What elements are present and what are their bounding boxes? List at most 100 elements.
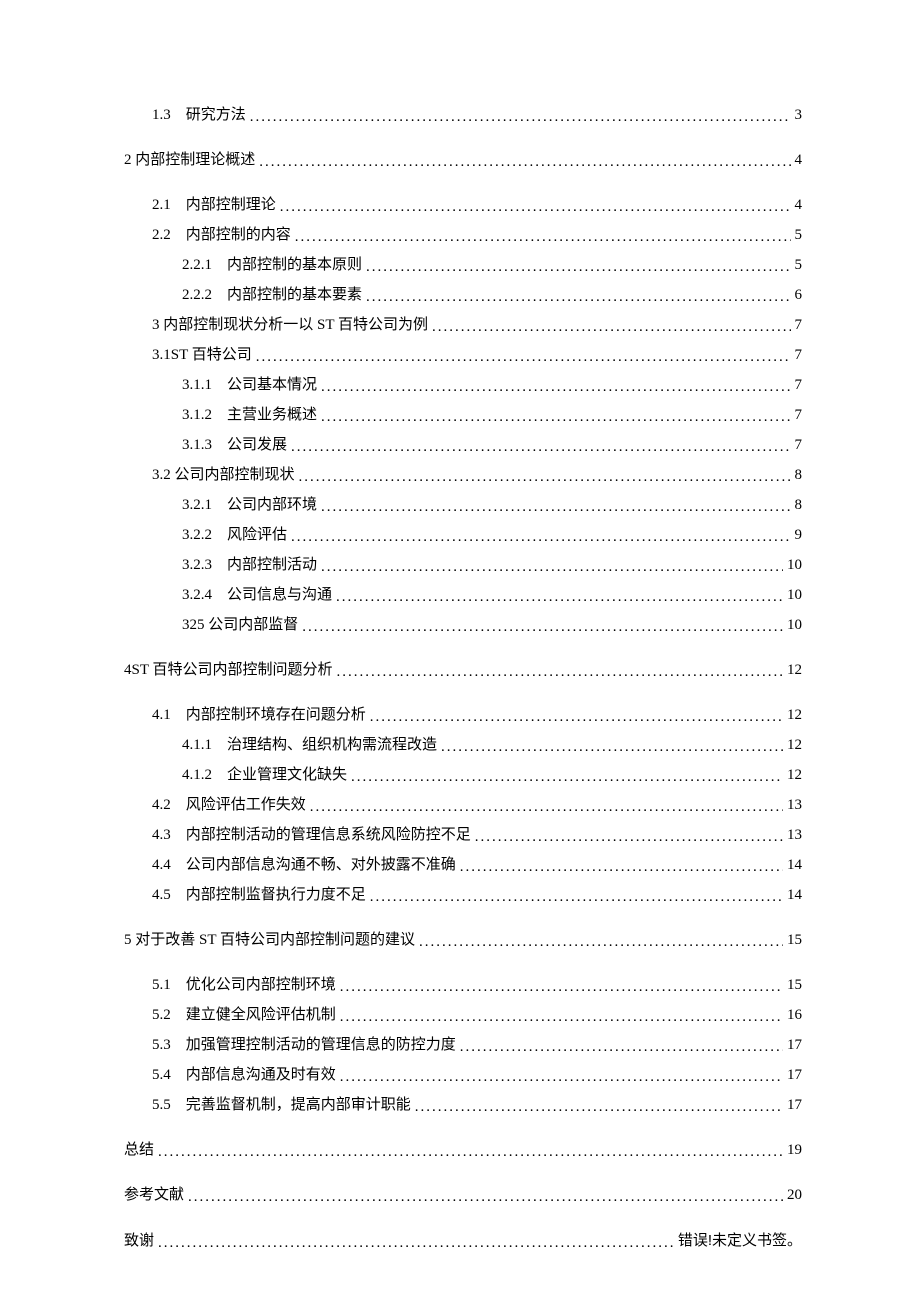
toc-entry: 2.2 内部控制的内容5 [124, 228, 802, 243]
toc-leader-dots [340, 1010, 783, 1025]
toc-entry-label: 5.5 完善监督机制，提高内部审计职能 [152, 1098, 411, 1113]
toc-entry-label: 5.3 加强管理控制活动的管理信息的防控力度 [152, 1038, 456, 1053]
toc-entry-label: 4.1.2 企业管理文化缺失 [182, 768, 347, 783]
toc-entry-page: 13 [787, 798, 802, 813]
toc-leader-dots [432, 320, 791, 335]
table-of-contents: 1.3 研究方法32 内部控制理论概述42.1 内部控制理论42.2 内部控制的… [124, 108, 802, 1249]
toc-entry-label: 5.2 建立健全风险评估机制 [152, 1008, 336, 1023]
toc-entry: 5 对于改善 ST 百特公司内部控制问题的建议 15 [124, 933, 802, 948]
toc-entry-label: 3.1.3 公司发展 [182, 438, 287, 453]
toc-entry-page: 15 [787, 978, 802, 993]
toc-entry-page: 12 [787, 738, 802, 753]
toc-entry-page: 9 [795, 528, 803, 543]
toc-entry: 4.4 公司内部信息沟通不畅、对外披露不准确 14 [124, 858, 802, 873]
toc-leader-dots [366, 290, 790, 305]
toc-entry: 总结19 [124, 1143, 802, 1158]
toc-entry-label: 参考文献 [124, 1188, 184, 1203]
toc-entry-label: 3.2 公司内部控制现状 [152, 468, 295, 483]
toc-entry: 4.2 风险评估工作失效 13 [124, 798, 802, 813]
toc-entry-label: 3.2.2 风险评估 [182, 528, 287, 543]
toc-leader-dots [158, 1236, 674, 1251]
toc-entry-label: 3.1ST 百特公司 [152, 348, 252, 363]
toc-leader-dots [188, 1190, 783, 1205]
toc-entry: 325 公司内部监督 10 [124, 618, 802, 633]
toc-entry: 3.2.3 内部控制活动 10 [124, 558, 802, 573]
toc-entry-page: 4 [795, 153, 803, 168]
toc-leader-dots [310, 800, 783, 815]
toc-entry-label: 5 对于改善 ST 百特公司内部控制问题的建议 [124, 933, 415, 948]
toc-leader-dots [337, 665, 784, 680]
toc-leader-dots [256, 350, 791, 365]
toc-entry: 5.5 完善监督机制，提高内部审计职能 17 [124, 1098, 802, 1113]
toc-leader-dots [460, 1040, 783, 1055]
toc-entry-page: 15 [787, 933, 802, 948]
toc-entry-label: 3.2.4 公司信息与沟通 [182, 588, 332, 603]
toc-entry-page: 3 [795, 108, 803, 123]
toc-entry: 5.1 优化公司内部控制环境 15 [124, 978, 802, 993]
toc-leader-dots [321, 560, 783, 575]
toc-leader-dots [366, 260, 790, 275]
toc-entry-page: 7 [795, 318, 803, 333]
toc-entry: 2 内部控制理论概述4 [124, 153, 802, 168]
toc-entry-page: 4 [795, 198, 803, 213]
toc-entry: 4.1.1 治理结构、组织机构需流程改造12 [124, 738, 802, 753]
toc-entry: 3.2 公司内部控制现状 8 [124, 468, 802, 483]
toc-entry-label: 4.3 内部控制活动的管理信息系统风险防控不足 [152, 828, 471, 843]
toc-leader-dots [259, 155, 790, 170]
toc-leader-dots [291, 440, 790, 455]
toc-entry: 5.3 加强管理控制活动的管理信息的防控力度17 [124, 1038, 802, 1053]
toc-entry-page: 17 [787, 1098, 802, 1113]
toc-entry-label: 4ST 百特公司内部控制问题分析 [124, 663, 333, 678]
toc-leader-dots [302, 620, 783, 635]
toc-leader-dots [460, 860, 783, 875]
toc-entry-label: 2.2.1 内部控制的基本原则 [182, 258, 362, 273]
toc-entry: 3.2.4 公司信息与沟通 10 [124, 588, 802, 603]
toc-entry-label: 4.2 风险评估工作失效 [152, 798, 306, 813]
toc-leader-dots [370, 890, 783, 905]
toc-entry-page: 10 [787, 618, 802, 633]
toc-entry-page: 8 [795, 468, 803, 483]
toc-leader-dots [295, 230, 791, 245]
toc-entry: 4.5 内部控制监督执行力度不足14 [124, 888, 802, 903]
toc-entry: 3.1.3 公司发展 7 [124, 438, 802, 453]
toc-entry: 2.2.1 内部控制的基本原则5 [124, 258, 802, 273]
toc-entry-page: 7 [795, 438, 803, 453]
toc-entry-label: 3.1.2 主营业务概述 [182, 408, 317, 423]
toc-entry-page: 13 [787, 828, 802, 843]
toc-entry-label: 2.2 内部控制的内容 [152, 228, 291, 243]
toc-entry-page: 14 [787, 858, 802, 873]
toc-entry: 3.1ST 百特公司 7 [124, 348, 802, 363]
toc-entry: 4.1.2 企业管理文化缺失 12 [124, 768, 802, 783]
toc-entry-page: 12 [787, 768, 802, 783]
toc-entry-page: 10 [787, 588, 802, 603]
toc-entry: 2.1 内部控制理论4 [124, 198, 802, 213]
toc-entry-label: 3.1.1 公司基本情况 [182, 378, 317, 393]
document-page: 1.3 研究方法32 内部控制理论概述42.1 内部控制理论42.2 内部控制的… [0, 0, 920, 1301]
toc-entry: 3 内部控制现状分析一以 ST 百特公司为例7 [124, 318, 802, 333]
toc-entry-label: 4.4 公司内部信息沟通不畅、对外披露不准确 [152, 858, 456, 873]
toc-entry: 4ST 百特公司内部控制问题分析12 [124, 663, 802, 678]
toc-entry: 参考文献 20 [124, 1188, 802, 1203]
toc-entry-page: 20 [787, 1188, 802, 1203]
toc-leader-dots [280, 200, 791, 215]
toc-entry-page: 12 [787, 708, 802, 723]
toc-leader-dots [321, 500, 790, 515]
toc-leader-dots [415, 1100, 783, 1115]
toc-entry-label: 325 公司内部监督 [182, 618, 298, 633]
toc-leader-dots [419, 935, 783, 950]
toc-entry: 3.1.2 主营业务概述7 [124, 408, 802, 423]
toc-entry: 2.2.2 内部控制的基本要素6 [124, 288, 802, 303]
toc-leader-dots [475, 830, 783, 845]
toc-leader-dots [299, 470, 791, 485]
toc-leader-dots [441, 740, 783, 755]
toc-entry-label: 3.2.3 内部控制活动 [182, 558, 317, 573]
toc-entry-label: 5.1 优化公司内部控制环境 [152, 978, 336, 993]
toc-entry: 致谢错误!未定义书签。 [124, 1233, 802, 1249]
toc-entry-label: 4.1 内部控制环境存在问题分析 [152, 708, 366, 723]
toc-entry-page-error: 错误!未定义书签。 [678, 1233, 802, 1248]
toc-entry-page: 10 [787, 558, 802, 573]
toc-entry: 4.3 内部控制活动的管理信息系统风险防控不足 13 [124, 828, 802, 843]
toc-leader-dots [321, 410, 790, 425]
toc-entry-page: 16 [787, 1008, 802, 1023]
toc-entry-page: 7 [795, 348, 803, 363]
